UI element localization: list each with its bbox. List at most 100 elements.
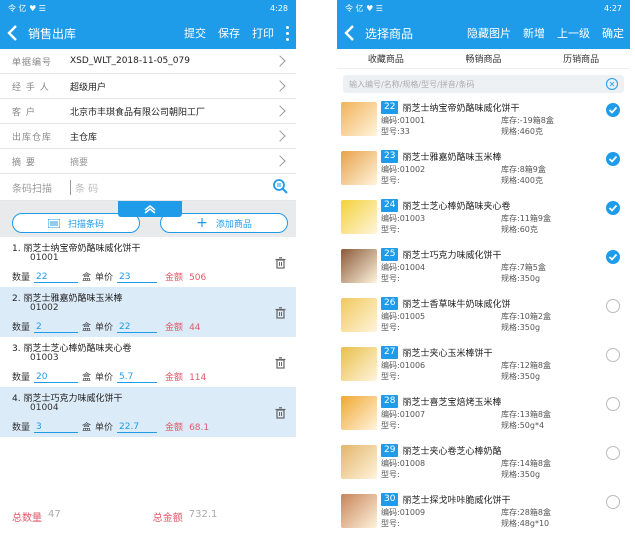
qty-input[interactable]: 20	[34, 372, 79, 383]
back-arrow-icon[interactable]	[343, 23, 359, 43]
trash-icon[interactable]	[275, 407, 286, 419]
checked-circle-icon[interactable]	[606, 103, 620, 117]
chevron-right-icon[interactable]	[274, 80, 286, 92]
price-input[interactable]: 22.7	[117, 422, 158, 433]
form-row-label: 客 户	[12, 107, 36, 118]
nav-bar: 选择商品 隐藏图片 新增 上一级 确定	[337, 17, 630, 49]
form-row[interactable]: 出库仓库 主仓库	[0, 124, 296, 149]
total-qty-label: 总数量	[12, 513, 42, 524]
price-label: 单价	[95, 273, 114, 283]
product-number-badge: 24	[381, 199, 399, 212]
chevron-right-icon[interactable]	[274, 55, 286, 67]
product-list-item[interactable]: 27 丽芝士夹心玉米棒饼干 编码:01006 库存:12箱8盒 型号: 规格:350g	[337, 342, 630, 391]
product-search-input[interactable]: 输入编号/名称/规格/型号/拼音/条码 ✕	[343, 75, 624, 93]
up-level-button[interactable]: 上一级	[557, 25, 590, 41]
qty-label: 数量	[12, 273, 31, 283]
form-row[interactable]: 经 手 人 超级用户	[0, 74, 296, 99]
product-thumbnail	[341, 151, 377, 185]
unchecked-circle-icon[interactable]	[606, 446, 620, 460]
product-stock: 库存:10箱2盒	[501, 312, 551, 321]
product-thumbnail	[341, 298, 377, 332]
product-model: 型号:33	[381, 127, 410, 136]
form-row[interactable]: 单据编号 XSD_WLT_2018-11-05_079	[0, 49, 296, 74]
chevron-right-icon[interactable]	[274, 155, 286, 167]
product-model: 型号:	[381, 274, 400, 283]
form-row[interactable]: 客 户 北京市丰琪食品有限公司朝阳工厂	[0, 99, 296, 124]
unchecked-circle-icon[interactable]	[606, 397, 620, 411]
item-code: 01002	[30, 303, 59, 313]
search-placeholder: 输入编号/名称/规格/型号/拼音/条码	[349, 79, 475, 89]
confirm-button[interactable]: 确定	[602, 25, 624, 41]
print-button[interactable]: 打印	[252, 25, 274, 41]
product-list-item[interactable]: 28 丽芝士喜芝宝焙烤玉米棒 编码:01007 库存:13箱8盒 型号: 规格:50g*4	[337, 391, 630, 440]
collapse-chevron-up-icon[interactable]	[118, 201, 182, 217]
product-list-item[interactable]: 22 丽芝士纳宝帝奶酪味威化饼干 编码:01001 库存:-19箱8盒 型号:33 规格:…	[337, 97, 630, 146]
unit-label: 盒	[82, 423, 92, 433]
product-list-item[interactable]: 26 丽芝士香草味牛奶味威化饼 编码:01005 库存:10箱2盒 型号: 规格:350g	[337, 293, 630, 342]
tab-history[interactable]: 历销商品	[563, 52, 599, 65]
product-list-item[interactable]: 24 丽芝士芝心棒奶酪味夹心卷 编码:01003 库存:11箱9盒 型号: 规格:60克	[337, 195, 630, 244]
tab-favorites[interactable]: 收藏商品	[368, 52, 404, 65]
trash-icon[interactable]	[275, 357, 286, 369]
product-spec: 规格:50g*4	[501, 421, 545, 430]
unchecked-circle-icon[interactable]	[606, 299, 620, 313]
product-thumbnail	[341, 102, 377, 136]
product-name: 丽芝士雅嘉奶酪味玉米棒	[402, 153, 502, 163]
unchecked-circle-icon[interactable]	[606, 348, 620, 362]
magnify-scan-icon[interactable]	[272, 178, 288, 197]
chevron-right-icon[interactable]	[274, 130, 286, 142]
price-input[interactable]: 22	[117, 322, 158, 333]
order-line-item: 4. 丽芝士巧克力味威化饼干 01004 数量 3 盒单价 22.7 金额 68.1	[0, 387, 296, 437]
more-menu-icon[interactable]	[284, 25, 290, 41]
product-thumbnail	[341, 396, 377, 430]
checked-circle-icon[interactable]	[606, 201, 620, 215]
product-list-item[interactable]: 23 丽芝士雅嘉奶酪味玉米棒 编码:01002 库存:8箱9盒 型号: 规格:400克	[337, 146, 630, 195]
product-name: 丽芝士巧克力味威化饼干	[402, 251, 502, 261]
product-name: 丽芝士夹心卷芝心棒奶酪	[402, 447, 502, 457]
item-code: 01004	[30, 403, 59, 413]
submit-button[interactable]: 提交	[184, 25, 206, 41]
scan-barcode-label: 扫描条码	[67, 219, 104, 230]
barcode-scan-label: 条码扫描	[12, 183, 52, 195]
amount-label: 金额	[165, 273, 184, 283]
tab-bestsellers[interactable]: 畅销商品	[465, 52, 501, 65]
qty-input[interactable]: 22	[34, 272, 79, 283]
plus-icon: +	[196, 215, 208, 231]
product-list-item[interactable]: 25 丽芝士巧克力味威化饼干 编码:01004 库存:7箱5盒 型号: 规格:350g	[337, 244, 630, 293]
qty-input[interactable]: 2	[34, 322, 79, 333]
form-row-value: 摘要	[70, 157, 89, 168]
product-stock: 库存:14箱8盒	[501, 459, 551, 468]
product-stock: 库存:-19箱8盒	[501, 116, 554, 125]
product-spec: 规格:350g	[501, 323, 541, 332]
chevron-right-icon[interactable]	[274, 105, 286, 117]
item-name: 1. 丽芝士纳宝帝奶酪味威化饼干	[12, 244, 141, 254]
back-arrow-icon[interactable]	[6, 23, 22, 43]
new-button[interactable]: 新增	[523, 25, 545, 41]
barcode-input[interactable]: 条 码	[70, 179, 272, 195]
unchecked-circle-icon[interactable]	[606, 495, 620, 509]
product-model: 型号:	[381, 323, 400, 332]
amount-value: 114	[189, 373, 207, 383]
product-stock: 库存:13箱8盒	[501, 410, 551, 419]
trash-icon[interactable]	[275, 257, 286, 269]
save-button[interactable]: 保存	[218, 25, 240, 41]
item-name: 3. 丽芝士芝心棒奶酪味夹心卷	[12, 344, 132, 354]
checked-circle-icon[interactable]	[606, 250, 620, 264]
item-code: 01003	[30, 353, 59, 363]
qty-input[interactable]: 3	[34, 422, 79, 433]
hide-images-button[interactable]: 隐藏图片	[467, 25, 511, 41]
order-line-item: 3. 丽芝士芝心棒奶酪味夹心卷 01003 数量 20 盒单价 5.7 金额 114	[0, 337, 296, 387]
trash-icon[interactable]	[275, 307, 286, 319]
price-input[interactable]: 23	[117, 272, 158, 283]
product-list-item[interactable]: 29 丽芝士夹心卷芝心棒奶酪 编码:01008 库存:14箱8盒 型号: 规格:350g	[337, 440, 630, 489]
form-row[interactable]: 摘 要 摘要	[0, 149, 296, 174]
product-list-item[interactable]: 30 丽芝士探戈咔咔脆威化饼干 编码:01009 库存:28箱8盒 型号: 规格:48g*…	[337, 489, 630, 538]
product-name: 丽芝士夹心玉米棒饼干	[402, 349, 493, 359]
product-spec: 规格:350g	[501, 372, 541, 381]
product-stock: 库存:7箱5盒	[501, 263, 546, 272]
product-stock: 库存:8箱9盒	[501, 165, 546, 174]
price-input[interactable]: 5.7	[117, 372, 158, 383]
nav-bar: 销售出库 提交 保存 打印	[0, 17, 296, 49]
clear-search-icon[interactable]: ✕	[606, 78, 618, 90]
checked-circle-icon[interactable]	[606, 152, 620, 166]
